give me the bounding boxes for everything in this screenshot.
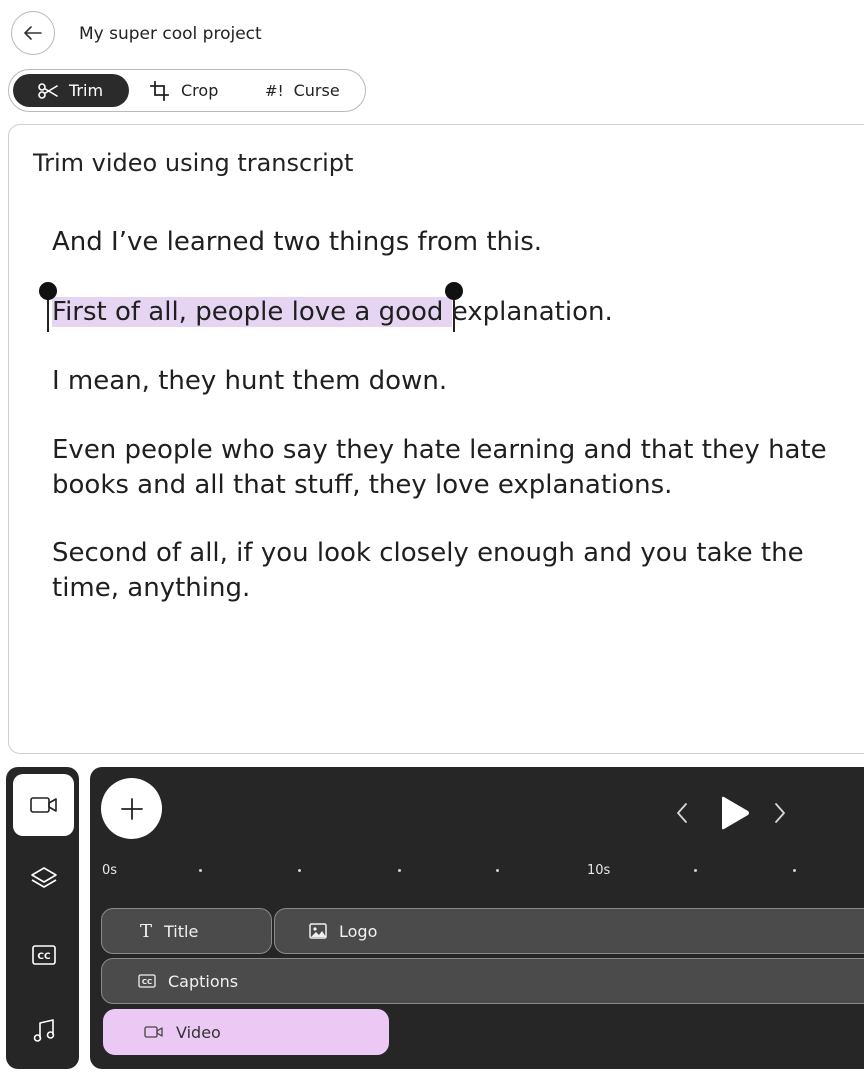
chevron-right-icon — [775, 803, 785, 823]
selection-start-handle[interactable] — [39, 282, 57, 332]
ruler-tick — [496, 869, 499, 872]
video-clip[interactable]: Video — [103, 1009, 389, 1055]
side-dock: CC — [6, 767, 79, 1069]
svg-text:CC: CC — [37, 952, 51, 962]
ruler-label-start: 0s — [102, 863, 118, 878]
selected-text[interactable]: First of all, people love a good — [52, 297, 452, 327]
captions-clip[interactable]: CC Captions — [101, 958, 864, 1004]
title-clip[interactable]: T Title — [101, 908, 272, 954]
dock-audio-button[interactable] — [13, 1000, 74, 1062]
plus-icon — [120, 797, 143, 820]
crop-icon — [149, 80, 171, 102]
cc-icon: CC — [138, 974, 156, 988]
layers-icon — [30, 867, 57, 888]
unselected-text[interactable]: explanation. — [452, 297, 613, 327]
video-camera-icon — [29, 797, 57, 813]
ruler-tick — [398, 869, 401, 872]
tab-trim[interactable]: Trim — [13, 74, 129, 107]
tab-curse[interactable]: #! Curse — [265, 74, 361, 107]
selection-end-handle[interactable] — [445, 282, 463, 332]
next-button[interactable] — [772, 801, 788, 825]
dock-video-button[interactable] — [13, 774, 74, 836]
back-button[interactable] — [11, 11, 55, 55]
ruler-tick — [199, 869, 202, 872]
music-note-icon — [33, 1019, 54, 1042]
transcript-paragraph-selected[interactable]: First of all, people love a good explana… — [52, 295, 842, 330]
tab-curse-label: Curse — [293, 81, 340, 100]
previous-button[interactable] — [674, 801, 690, 825]
chevron-left-icon — [677, 803, 687, 823]
add-button[interactable] — [101, 778, 162, 839]
video-clip-label: Video — [176, 1022, 221, 1042]
curse-icon: #! — [265, 81, 284, 100]
text-icon: T — [140, 920, 153, 942]
transcript-paragraph[interactable]: I mean, they hunt them down. — [52, 364, 842, 399]
closed-captions-icon: CC — [31, 945, 56, 965]
image-icon — [309, 923, 327, 939]
mode-tabs: Trim Crop #! Curse — [8, 69, 366, 112]
logo-clip-label: Logo — [339, 921, 378, 941]
transcript-paragraph[interactable]: And I’ve learned two things from this. — [52, 225, 842, 260]
tab-crop-label: Crop — [181, 81, 219, 100]
ruler-tick — [298, 869, 301, 872]
transcript-panel: Trim video using transcript And I’ve lea… — [8, 124, 864, 754]
dock-layers-button[interactable] — [13, 847, 74, 909]
video-camera-icon — [144, 1026, 163, 1038]
ruler-label-mid: 10s — [587, 863, 611, 878]
project-title: My super cool project — [79, 24, 262, 44]
logo-clip[interactable]: Logo — [274, 908, 864, 954]
tab-trim-label: Trim — [69, 81, 104, 100]
captions-clip-label: Captions — [168, 971, 239, 991]
panel-title: Trim video using transcript — [33, 149, 354, 177]
svg-text:CC: CC — [142, 978, 152, 986]
play-button[interactable] — [716, 795, 752, 831]
ruler-tick — [694, 869, 697, 872]
title-clip-label: Title — [164, 921, 199, 941]
transcript-paragraph[interactable]: Second of all, if you look closely enoug… — [52, 536, 842, 606]
play-icon — [722, 796, 749, 830]
ruler-tick — [793, 869, 796, 872]
timeline-panel: 0s 10s T Title Logo CC Captions Video — [90, 767, 864, 1069]
tab-crop[interactable]: Crop — [149, 74, 249, 107]
transcript-paragraph[interactable]: Even people who say they hate learning a… — [52, 433, 842, 503]
scissors-icon — [37, 80, 59, 102]
arrow-left-icon — [24, 26, 42, 40]
dock-captions-button[interactable]: CC — [13, 924, 74, 986]
